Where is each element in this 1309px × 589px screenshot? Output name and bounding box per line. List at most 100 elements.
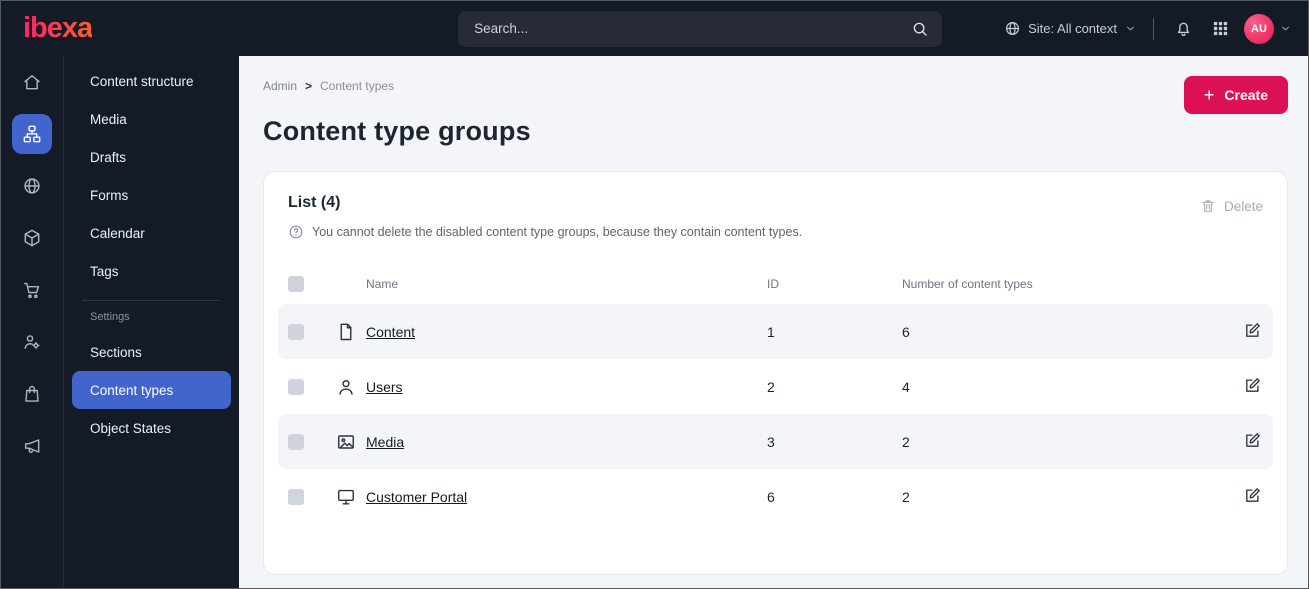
customers-icon [22,332,42,352]
sidebar-item-label: Forms [90,187,129,203]
row-id: 1 [767,323,775,340]
sidebar-item-media[interactable]: Media [72,100,231,138]
row-name-link[interactable]: Customer Portal [366,489,467,505]
column-header-name: Name [366,277,399,291]
sidebar-item-content-types[interactable]: Content types [72,371,231,409]
row-id: 6 [767,488,775,505]
sidebar-item-label: Content structure [90,73,194,89]
topbar-actions: Site: All context AU [1004,13,1308,44]
rail-item-campaign[interactable] [12,426,52,466]
select-all-checkbox[interactable] [288,276,304,292]
rail-item-content-structure[interactable] [12,114,52,154]
rail-item-product-catalog[interactable] [12,218,52,258]
app-switcher-button[interactable] [1207,16,1233,42]
sidebar-item-drafts[interactable]: Drafts [72,138,231,176]
edit-icon [1243,431,1262,450]
sidebar-item-sections[interactable]: Sections [72,333,231,371]
rail-item-cart[interactable] [12,270,52,310]
row-checkbox[interactable] [288,378,304,395]
row-count: 4 [902,378,910,395]
rail-item-site[interactable] [12,166,52,206]
table-header: Name ID Number of content types [278,264,1273,304]
cart-icon [22,280,42,300]
logo-area: ibexa [1,12,239,45]
site-context-label: Site: All context [1028,21,1117,36]
row-checkbox[interactable] [288,433,304,450]
grid-icon [1211,19,1230,38]
chevron-down-icon [1124,22,1137,35]
sidebar-item-object-states[interactable]: Object States [72,409,231,447]
edit-row-button[interactable] [1241,376,1263,398]
row-name-link[interactable]: Content [366,324,415,340]
help-icon[interactable] [288,224,304,240]
content-file-icon [336,322,356,342]
rail-item-home[interactable] [12,62,52,102]
table-row: Content 1 6 [278,304,1273,359]
topbar-divider [1153,17,1154,40]
content-structure-icon [22,124,42,144]
chevron-down-icon [1279,22,1292,35]
sidebar-item-label: Content types [90,382,174,398]
row-name-cell: Customer Portal [336,487,767,507]
row-name-cell: Media [336,432,767,452]
app-window: ibexa Site: All context AU [0,0,1309,589]
sidebar-item-forms[interactable]: Forms [72,176,231,214]
sidebar-settings-label: Settings [90,311,130,323]
rail-item-customers[interactable] [12,322,52,362]
breadcrumb-admin[interactable]: Admin [263,79,297,93]
campaign-icon [22,436,42,456]
ibexa-logo[interactable]: ibexa [23,12,93,45]
site-globe-icon [22,176,42,196]
sidebar-item-label: Tags [90,263,119,279]
edit-icon [1243,486,1262,505]
row-id: 2 [767,378,775,395]
help-text: You cannot delete the disabled content t… [312,225,803,239]
top-bar: ibexa Site: All context AU [1,1,1308,56]
sidebar-item-calendar[interactable]: Calendar [72,214,231,252]
sidebar-item-tags[interactable]: Tags [72,252,231,290]
user-menu[interactable]: AU [1244,13,1292,44]
row-count: 2 [902,488,910,505]
table-row: Customer Portal 6 2 [278,469,1273,524]
sidebar-item-content-structure[interactable]: Content structure [72,62,231,100]
plus-icon: + [1203,85,1215,105]
home-icon [22,72,42,92]
monitor-icon [336,487,356,507]
notifications-button[interactable] [1170,16,1196,42]
product-catalog-icon [22,228,42,248]
row-name-link[interactable]: Media [366,434,404,450]
row-id: 3 [767,433,775,450]
breadcrumb: Admin > Content types [263,78,1288,94]
sidebar-item-label: Media [90,111,127,127]
table-body: Content 1 6 Users 2 4 Media 3 2 Customer… [278,304,1273,524]
delete-button[interactable]: Delete [1200,194,1263,214]
create-button-label: Create [1224,87,1268,103]
table-row: Media 3 2 [278,414,1273,469]
search-input[interactable] [458,10,943,47]
edit-row-button[interactable] [1241,321,1263,343]
row-count: 6 [902,323,910,340]
column-header-count: Number of content types [902,277,1033,291]
bell-icon [1174,19,1193,38]
rail-item-orders[interactable] [12,374,52,414]
sidebar-item-label: Drafts [90,149,127,165]
edit-row-button[interactable] [1241,486,1263,508]
row-checkbox[interactable] [288,488,304,505]
edit-icon [1243,321,1262,340]
content-type-groups-card: List (4) You cannot delete the disabled … [263,171,1288,575]
table-row: Users 2 4 [278,359,1273,414]
topbar-center [239,10,1004,47]
edit-icon [1243,376,1262,395]
row-checkbox[interactable] [288,323,304,340]
page-title: Content type groups [263,116,531,146]
icon-rail [1,56,63,588]
row-name-link[interactable]: Users [366,379,403,395]
create-button[interactable]: + Create [1183,76,1288,114]
breadcrumb-current: Content types [320,79,395,93]
site-context-selector[interactable]: Site: All context [1004,20,1137,37]
sidebar-item-label: Object States [90,420,172,436]
orders-icon [22,384,42,404]
main-content: Admin > Content types + Create Content t… [239,56,1308,588]
edit-row-button[interactable] [1241,431,1263,453]
avatar: AU [1244,13,1274,44]
